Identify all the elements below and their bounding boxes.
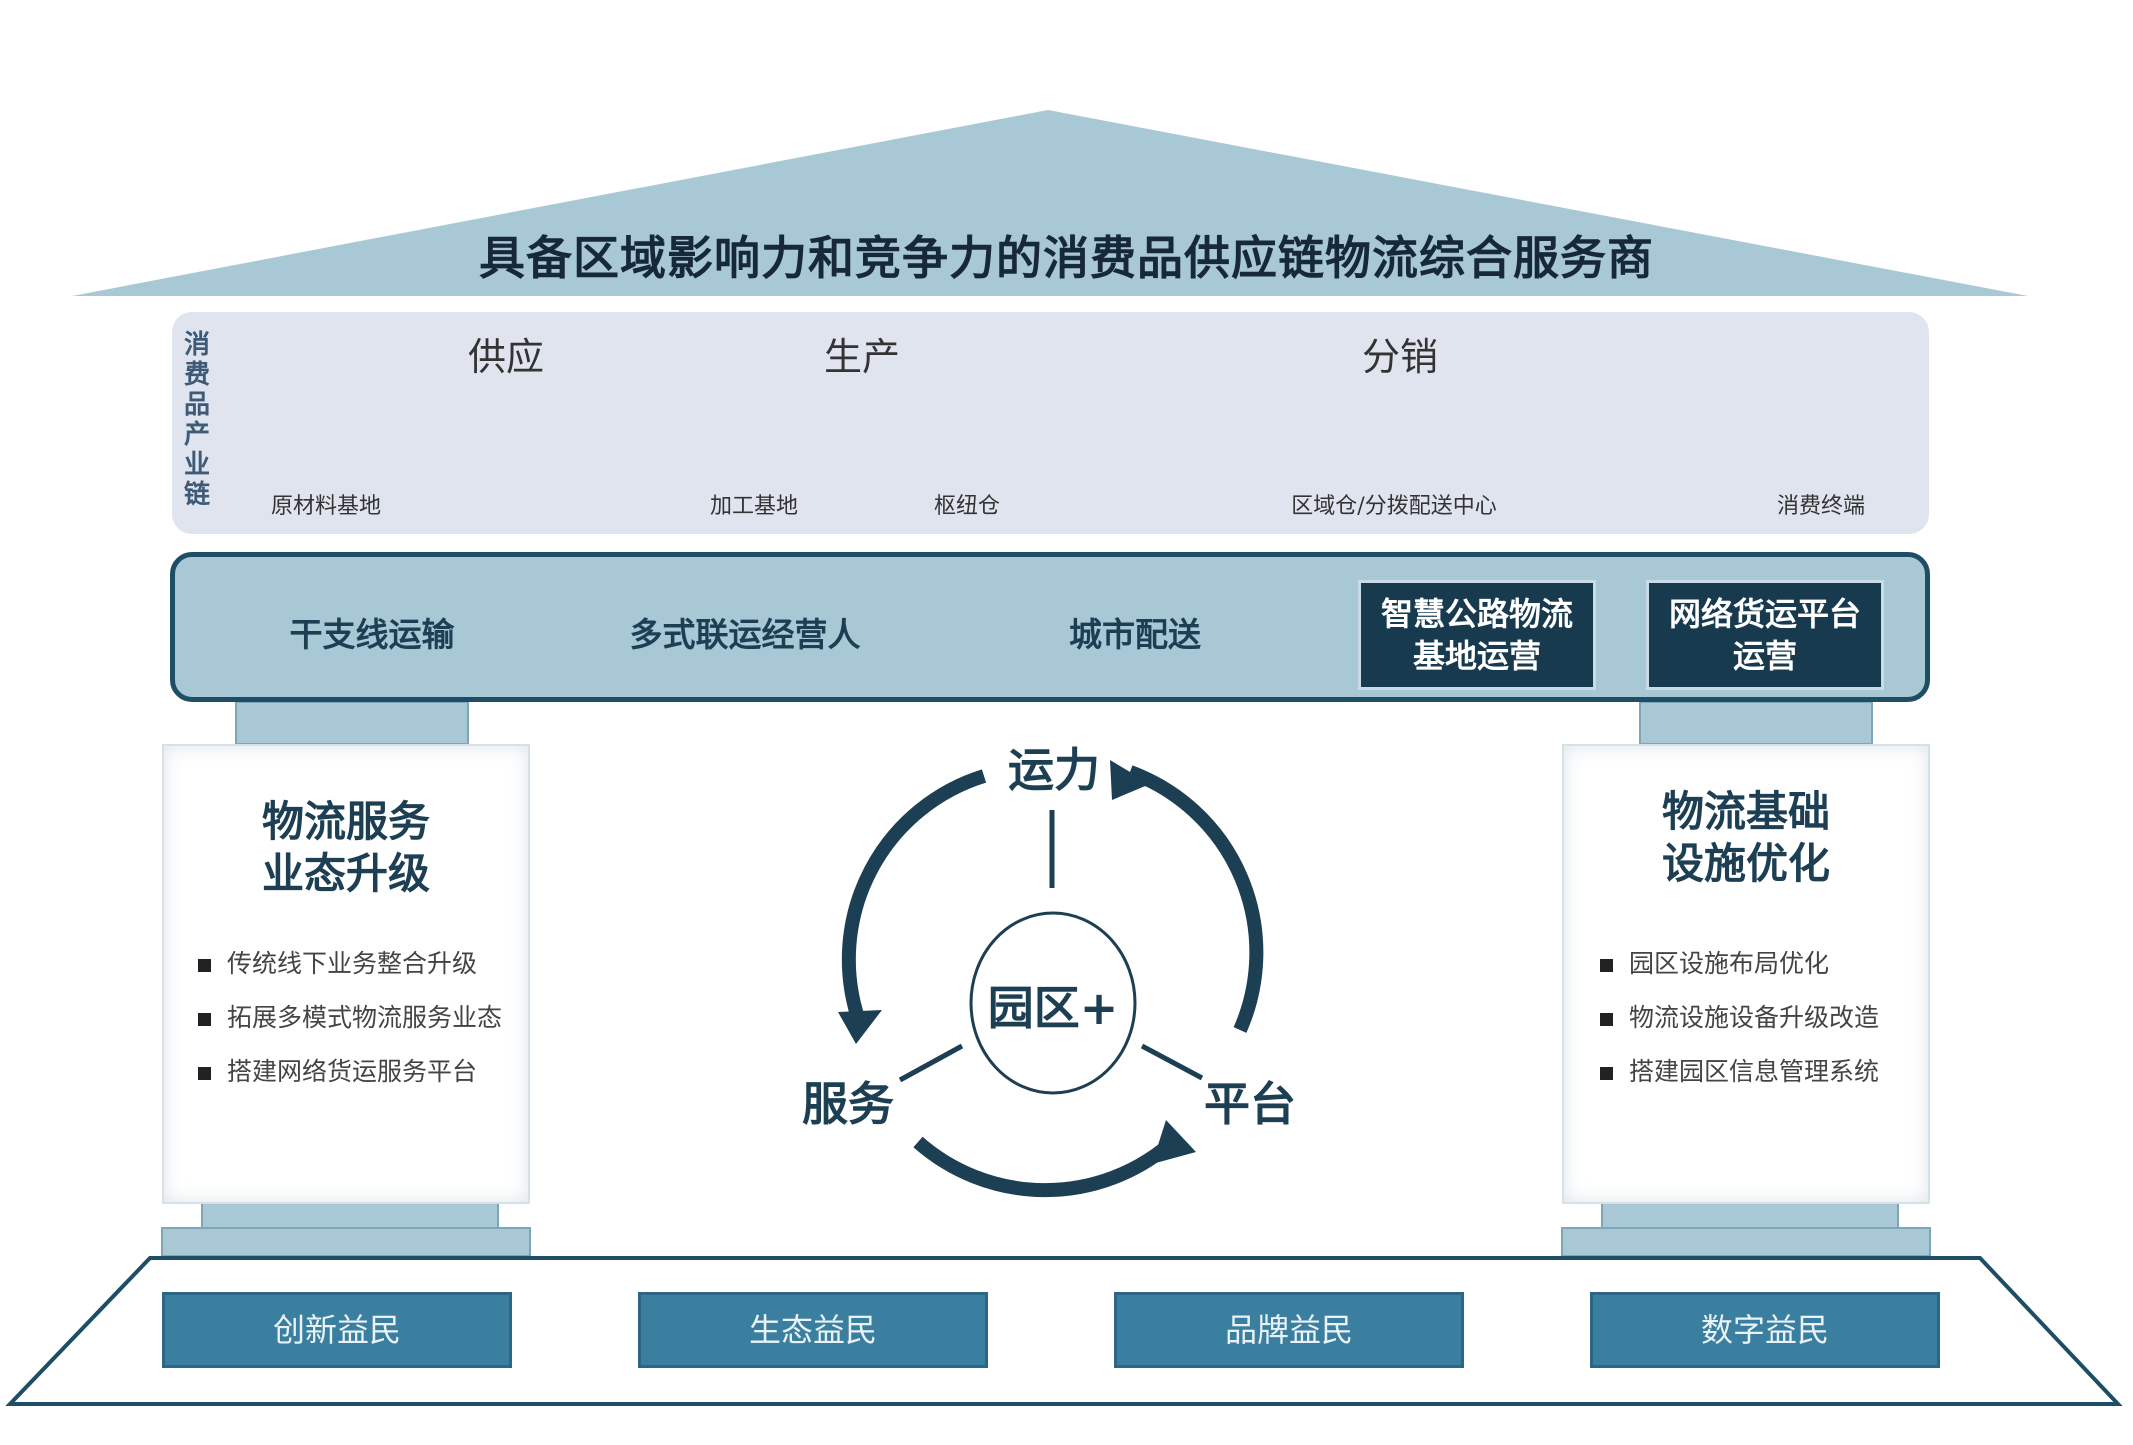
base-item-digital: 数字益民	[1590, 1292, 1940, 1368]
service-box-freight-platform-line2: 运营	[1732, 637, 1797, 675]
right-pillar-item: 物流设施设备升级改造	[1600, 998, 1879, 1034]
bullet-square-icon	[198, 1013, 211, 1026]
node-label-processing: 加工基地	[709, 494, 798, 519]
node-label-raw-material: 原材料基地	[270, 494, 381, 519]
bullet-square-icon	[1600, 959, 1613, 972]
industry-chain-vertical-label: 消费品产业链	[183, 330, 210, 510]
service-box-smart-road-base-line1: 智慧公路物流	[1380, 595, 1573, 633]
service-box-freight-platform: 网络货运平台 运营	[1646, 580, 1884, 690]
cycle-label-platform: 平台	[1204, 1077, 1296, 1131]
service-hex-trunk-transport: 干支线运输	[289, 615, 455, 654]
bullet-square-icon	[198, 1067, 211, 1080]
bullet-square-icon	[1600, 1013, 1613, 1026]
right-capital	[1639, 701, 1873, 745]
left-pillar-title-line1: 物流服务	[261, 797, 430, 846]
service-box-freight-platform-line1: 网络货运平台	[1668, 595, 1861, 633]
node-label-consumer: 消费终端	[1776, 494, 1865, 519]
base-item-ecology: 生态益民	[638, 1292, 988, 1368]
cycle-center-label: 园区+	[987, 981, 1119, 1035]
service-box-smart-road-base: 智慧公路物流 基地运营	[1358, 580, 1596, 690]
right-pillar-title-line2: 设施优化	[1661, 839, 1830, 888]
left-pillar-base-top	[201, 1201, 499, 1229]
cycle-label-service: 服务	[802, 1077, 894, 1131]
node-label-hub: 枢纽仓	[933, 494, 1000, 519]
right-pillar-base-top	[1601, 1201, 1899, 1229]
right-pillar-item: 搭建园区信息管理系统	[1600, 1052, 1879, 1088]
service-hex-city-delivery: 城市配送	[1069, 615, 1201, 654]
segment-label-distribution: 分销	[1361, 335, 1438, 379]
segment-label-supply: 供应	[467, 335, 544, 379]
base-item-brand: 品牌益民	[1114, 1292, 1464, 1368]
bullet-square-icon	[198, 959, 211, 972]
left-pillar-title: 物流服务 业态升级	[162, 796, 530, 900]
base-item-innovation: 创新益民	[162, 1292, 512, 1368]
diagram-graphics	[5, 110, 2123, 1406]
service-hex-multimodal: 多式联运经营人	[629, 615, 861, 654]
right-pillar-item: 园区设施布局优化	[1600, 944, 1829, 980]
bullet-square-icon	[1600, 1067, 1613, 1080]
left-capital	[235, 701, 469, 745]
roof-title: 具备区域影响力和竞争力的消费品供应链物流综合服务商	[479, 231, 1654, 285]
cycle-label-capacity: 运力	[1008, 743, 1100, 797]
service-box-smart-road-base-line2: 基地运营	[1412, 637, 1541, 675]
left-pillar-item: 拓展多模式物流服务业态	[198, 998, 502, 1034]
node-label-regional: 区域仓/分拨配送中心	[1291, 494, 1497, 519]
left-pillar-item: 传统线下业务整合升级	[198, 944, 477, 980]
right-pillar-title-line1: 物流基础	[1661, 787, 1830, 836]
left-pillar-base-bottom	[161, 1227, 531, 1257]
right-pillar-base-bottom	[1561, 1227, 1931, 1257]
segment-label-production: 生产	[823, 335, 900, 379]
right-pillar-title: 物流基础 设施优化	[1562, 786, 1930, 890]
left-pillar-item: 搭建网络货运服务平台	[198, 1052, 477, 1088]
left-pillar-title-line2: 业态升级	[261, 849, 430, 898]
